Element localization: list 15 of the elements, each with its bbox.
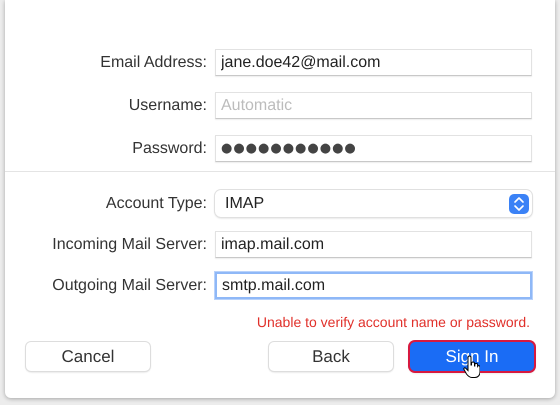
field-label: Incoming Mail Server: xyxy=(51,236,207,254)
field-label: Outgoing Mail Server: xyxy=(51,276,207,294)
field-label: Username: xyxy=(128,96,207,114)
error-message: Unable to verify account name or password. xyxy=(256,314,531,330)
dialog-button[interactable]: Back xyxy=(269,342,393,371)
input-field[interactable]: imap.mail.com xyxy=(215,231,532,258)
input-field[interactable]: Automatic xyxy=(215,92,532,119)
field-label: Email Address: xyxy=(99,54,207,72)
field-label: Account Type: xyxy=(104,194,207,212)
field-label: Password: xyxy=(131,140,207,158)
dialog-button[interactable]: Cancel xyxy=(26,342,150,371)
stepper-icon xyxy=(509,194,529,214)
account-type-popup[interactable]: IMAP xyxy=(215,190,532,217)
password-field[interactable]: ●●●●●●●●●●● xyxy=(215,135,532,162)
input-field[interactable]: smtp.mail.com xyxy=(215,272,532,299)
